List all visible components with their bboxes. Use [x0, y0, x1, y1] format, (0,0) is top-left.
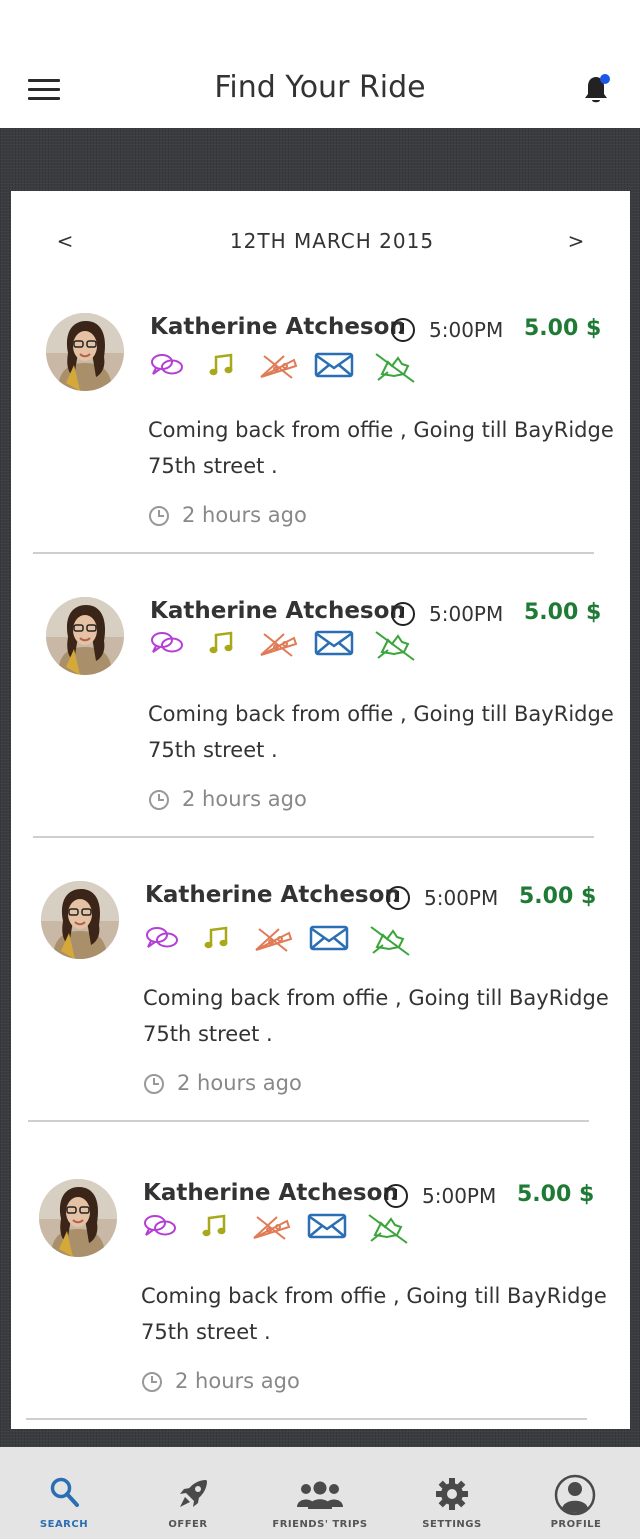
page-title: Find Your Ride: [214, 70, 426, 105]
music-icon: [203, 925, 231, 955]
divider: [33, 552, 594, 554]
tab-settings-label: SETTINGS: [422, 1519, 482, 1530]
bell-icon[interactable]: [579, 72, 613, 106]
friends-icon: [297, 1481, 343, 1509]
posted-time-ago: 2 hours ago: [177, 1071, 302, 1095]
tab-search[interactable]: SEARCH: [14, 1447, 114, 1539]
driver-name[interactable]: Katherine Atcheson: [143, 1180, 399, 1206]
departure-time: 5:00PM: [429, 602, 504, 626]
rocket-icon: [180, 1480, 207, 1507]
no-food-icon: [258, 352, 298, 384]
divider: [28, 1120, 589, 1122]
current-date: 12TH MARCH 2015: [229, 229, 435, 253]
avatar[interactable]: [46, 313, 124, 391]
avatar[interactable]: [46, 597, 124, 675]
music-icon: [208, 352, 236, 382]
tab-friends-trips-label: FRIENDS' TRIPS: [272, 1519, 368, 1530]
music-icon: [201, 1213, 229, 1243]
ride-price: 5.00 $: [517, 1182, 595, 1207]
chat-icon: [150, 630, 184, 660]
ride-description: Coming back from offie , Going till BayR…: [148, 702, 614, 762]
departure-time: 5:00PM: [422, 1184, 497, 1208]
driver-name[interactable]: Katherine Atcheson: [150, 598, 406, 624]
clock-icon: [385, 885, 411, 911]
avatar[interactable]: [41, 881, 119, 959]
no-pets-icon: [367, 1213, 409, 1249]
posted-time-ago: 2 hours ago: [182, 787, 307, 811]
posted-time-ago: 2 hours ago: [175, 1369, 300, 1393]
tab-search-label: SEARCH: [39, 1519, 89, 1530]
departure-time: 5:00PM: [429, 318, 504, 342]
clock-icon: [390, 601, 416, 627]
profile-icon: [554, 1474, 596, 1516]
mail-icon: [314, 352, 354, 382]
posted-time-ago: 2 hours ago: [182, 503, 307, 527]
ride-description: Coming back from offie , Going till BayR…: [141, 1284, 607, 1344]
no-food-icon: [253, 925, 293, 957]
no-pets-icon: [369, 925, 411, 961]
no-pets-icon: [374, 352, 416, 388]
tab-friends-trips[interactable]: FRIENDS' TRIPS: [262, 1447, 378, 1539]
driver-name[interactable]: Katherine Atcheson: [145, 882, 401, 908]
notification-dot: [600, 74, 610, 84]
divider: [33, 836, 594, 838]
chat-icon: [150, 352, 184, 382]
time-ago-icon: [148, 505, 170, 527]
ride-price: 5.00 $: [524, 316, 602, 341]
clock-icon: [383, 1183, 409, 1209]
divider: [26, 1418, 587, 1420]
tab-profile[interactable]: PROFILE: [526, 1447, 626, 1539]
ride-description: Coming back from offie , Going till BayR…: [148, 418, 614, 478]
mail-icon: [307, 1213, 347, 1243]
search-icon: [50, 1477, 79, 1507]
ride-price: 5.00 $: [519, 884, 597, 909]
app-header: Find Your Ride: [0, 0, 640, 128]
tab-settings[interactable]: SETTINGS: [402, 1447, 502, 1539]
time-ago-icon: [143, 1073, 165, 1095]
ride-description: Coming back from offie , Going till BayR…: [143, 986, 609, 1046]
chat-icon: [143, 1213, 177, 1243]
mail-icon: [309, 925, 349, 955]
tab-offer-label: OFFER: [168, 1519, 208, 1530]
clock-icon: [390, 317, 416, 343]
departure-time: 5:00PM: [424, 886, 499, 910]
next-date-button[interactable]: >: [561, 229, 591, 253]
gear-icon: [436, 1478, 468, 1510]
driver-name[interactable]: Katherine Atcheson: [150, 314, 406, 340]
ride-price: 5.00 $: [524, 600, 602, 625]
mail-icon: [314, 630, 354, 660]
no-food-icon: [258, 630, 298, 662]
tab-offer[interactable]: OFFER: [138, 1447, 238, 1539]
no-food-icon: [251, 1213, 291, 1245]
no-pets-icon: [374, 630, 416, 666]
date-navigator: < 12TH MARCH 2015 >: [11, 191, 630, 281]
tab-profile-label: PROFILE: [550, 1519, 602, 1530]
music-icon: [208, 630, 236, 660]
bottom-tab-bar: SEARCH OFFER FRIENDS' TRIPS SETTINGS PRO…: [0, 1447, 640, 1539]
time-ago-icon: [141, 1371, 163, 1393]
chat-icon: [145, 925, 179, 955]
avatar[interactable]: [39, 1179, 117, 1257]
time-ago-icon: [148, 789, 170, 811]
